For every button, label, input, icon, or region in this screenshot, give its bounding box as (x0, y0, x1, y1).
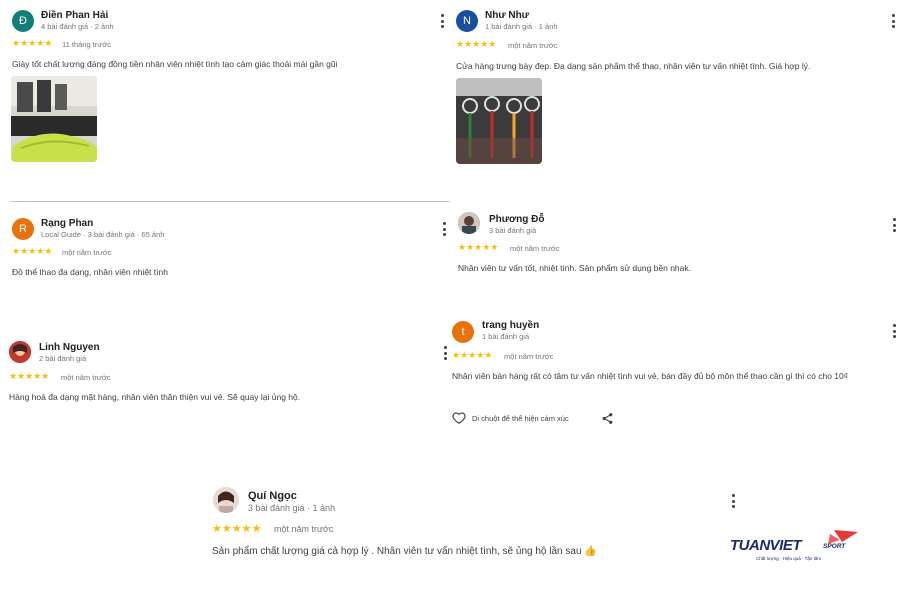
review-time: 11 tháng trước (62, 40, 111, 49)
reaction-hint[interactable]: Di chuột để thể hiện cảm xúc (472, 414, 569, 423)
avatar[interactable]: t (452, 321, 474, 343)
reviewer-meta: 2 bài đánh giá (39, 354, 87, 363)
reviewer-name[interactable]: Điền Phan Hải (41, 10, 108, 21)
reviewer-name[interactable]: Phương Đỗ (489, 214, 544, 225)
like-heart-icon[interactable] (452, 411, 466, 425)
avatar[interactable]: N (456, 10, 478, 32)
reviewer-meta: 3 bài đánh giá · 1 ảnh (248, 503, 336, 513)
review-time: một năm trước (62, 248, 112, 257)
review-time: một năm trước (508, 41, 558, 50)
reviewer-name[interactable]: Như Như (485, 10, 529, 21)
reviewer-name[interactable]: Linh Nguyen (39, 342, 100, 353)
section-divider (10, 201, 450, 202)
more-options-icon[interactable] (438, 14, 446, 28)
star-rating: ★★★★★ (452, 350, 493, 360)
star-rating: ★★★★★ (212, 523, 262, 535)
reviewer-meta: 1 bài đánh giá (482, 332, 530, 341)
review-text: Đồ thể thao đa dạng, nhân viên nhiệt tìn… (12, 267, 168, 277)
review-photo-shoes[interactable] (11, 76, 97, 162)
reviewer-name[interactable]: Rạng Phan (41, 218, 93, 229)
more-options-icon[interactable] (441, 346, 449, 360)
more-options-icon[interactable] (729, 494, 737, 508)
review-text: Sản phẩm chất lượng giá cả hợp lý . Nhân… (212, 546, 597, 557)
review-time: một năm trước (504, 352, 554, 361)
review-text: Cửa hàng trưng bày đẹp. Đa dạng sản phẩm… (456, 61, 811, 71)
avatar[interactable] (458, 212, 480, 234)
star-rating: ★★★★★ (456, 39, 497, 49)
star-rating: ★★★★★ (458, 242, 499, 252)
reviewer-meta: 4 bài đánh giá · 2 ảnh (41, 22, 114, 31)
star-rating: ★★★★★ (12, 246, 53, 256)
star-rating: ★★★★★ (12, 38, 53, 48)
more-options-icon[interactable] (890, 324, 898, 338)
review-photo-store[interactable] (456, 78, 542, 164)
review-text: Nhân viên bán hàng rất có tâm tư vấn nhi… (452, 371, 849, 381)
reviewer-meta: 3 bài đánh giá (489, 226, 537, 235)
more-options-icon[interactable] (440, 222, 448, 236)
avatar[interactable]: R (12, 218, 34, 240)
reviewer-name[interactable]: Quí Ngọc (248, 490, 297, 502)
review-time: một năm trước (510, 244, 560, 253)
tuanviet-sport-logo: TUANVIET SPORT Chất lượng · Hiệu quả · T… (730, 528, 860, 568)
logo-brand-text: TUANVIET (730, 537, 802, 554)
review-text: Giày tốt chất lượng đáng đồng tiền nhân … (12, 59, 338, 69)
reviewer-name[interactable]: trang huyền (482, 320, 539, 331)
star-rating: ★★★★★ (9, 371, 50, 381)
more-options-icon[interactable] (890, 218, 898, 232)
avatar[interactable]: Đ (12, 10, 34, 32)
reviewer-meta: 1 bài đánh giá · 1 ảnh (485, 22, 558, 31)
review-time: một năm trước (274, 524, 334, 534)
reviewer-meta: Local Guide · 3 bài đánh giá · 65 ảnh (41, 230, 165, 239)
avatar[interactable] (9, 341, 31, 363)
more-options-icon[interactable] (889, 14, 897, 28)
review-text: Hàng hoá đa dạng mặt hàng, nhân viên thâ… (9, 392, 301, 402)
logo-suffix-text: SPORT (823, 543, 846, 550)
share-icon[interactable] (601, 412, 614, 425)
review-text: Nhân viên tư vấn tốt, nhiệt tình. Sản ph… (458, 263, 692, 273)
logo-tagline: Chất lượng · Hiệu quả · Tận tâm (756, 556, 822, 561)
review-time: một năm trước (61, 373, 111, 382)
avatar[interactable] (213, 487, 239, 513)
